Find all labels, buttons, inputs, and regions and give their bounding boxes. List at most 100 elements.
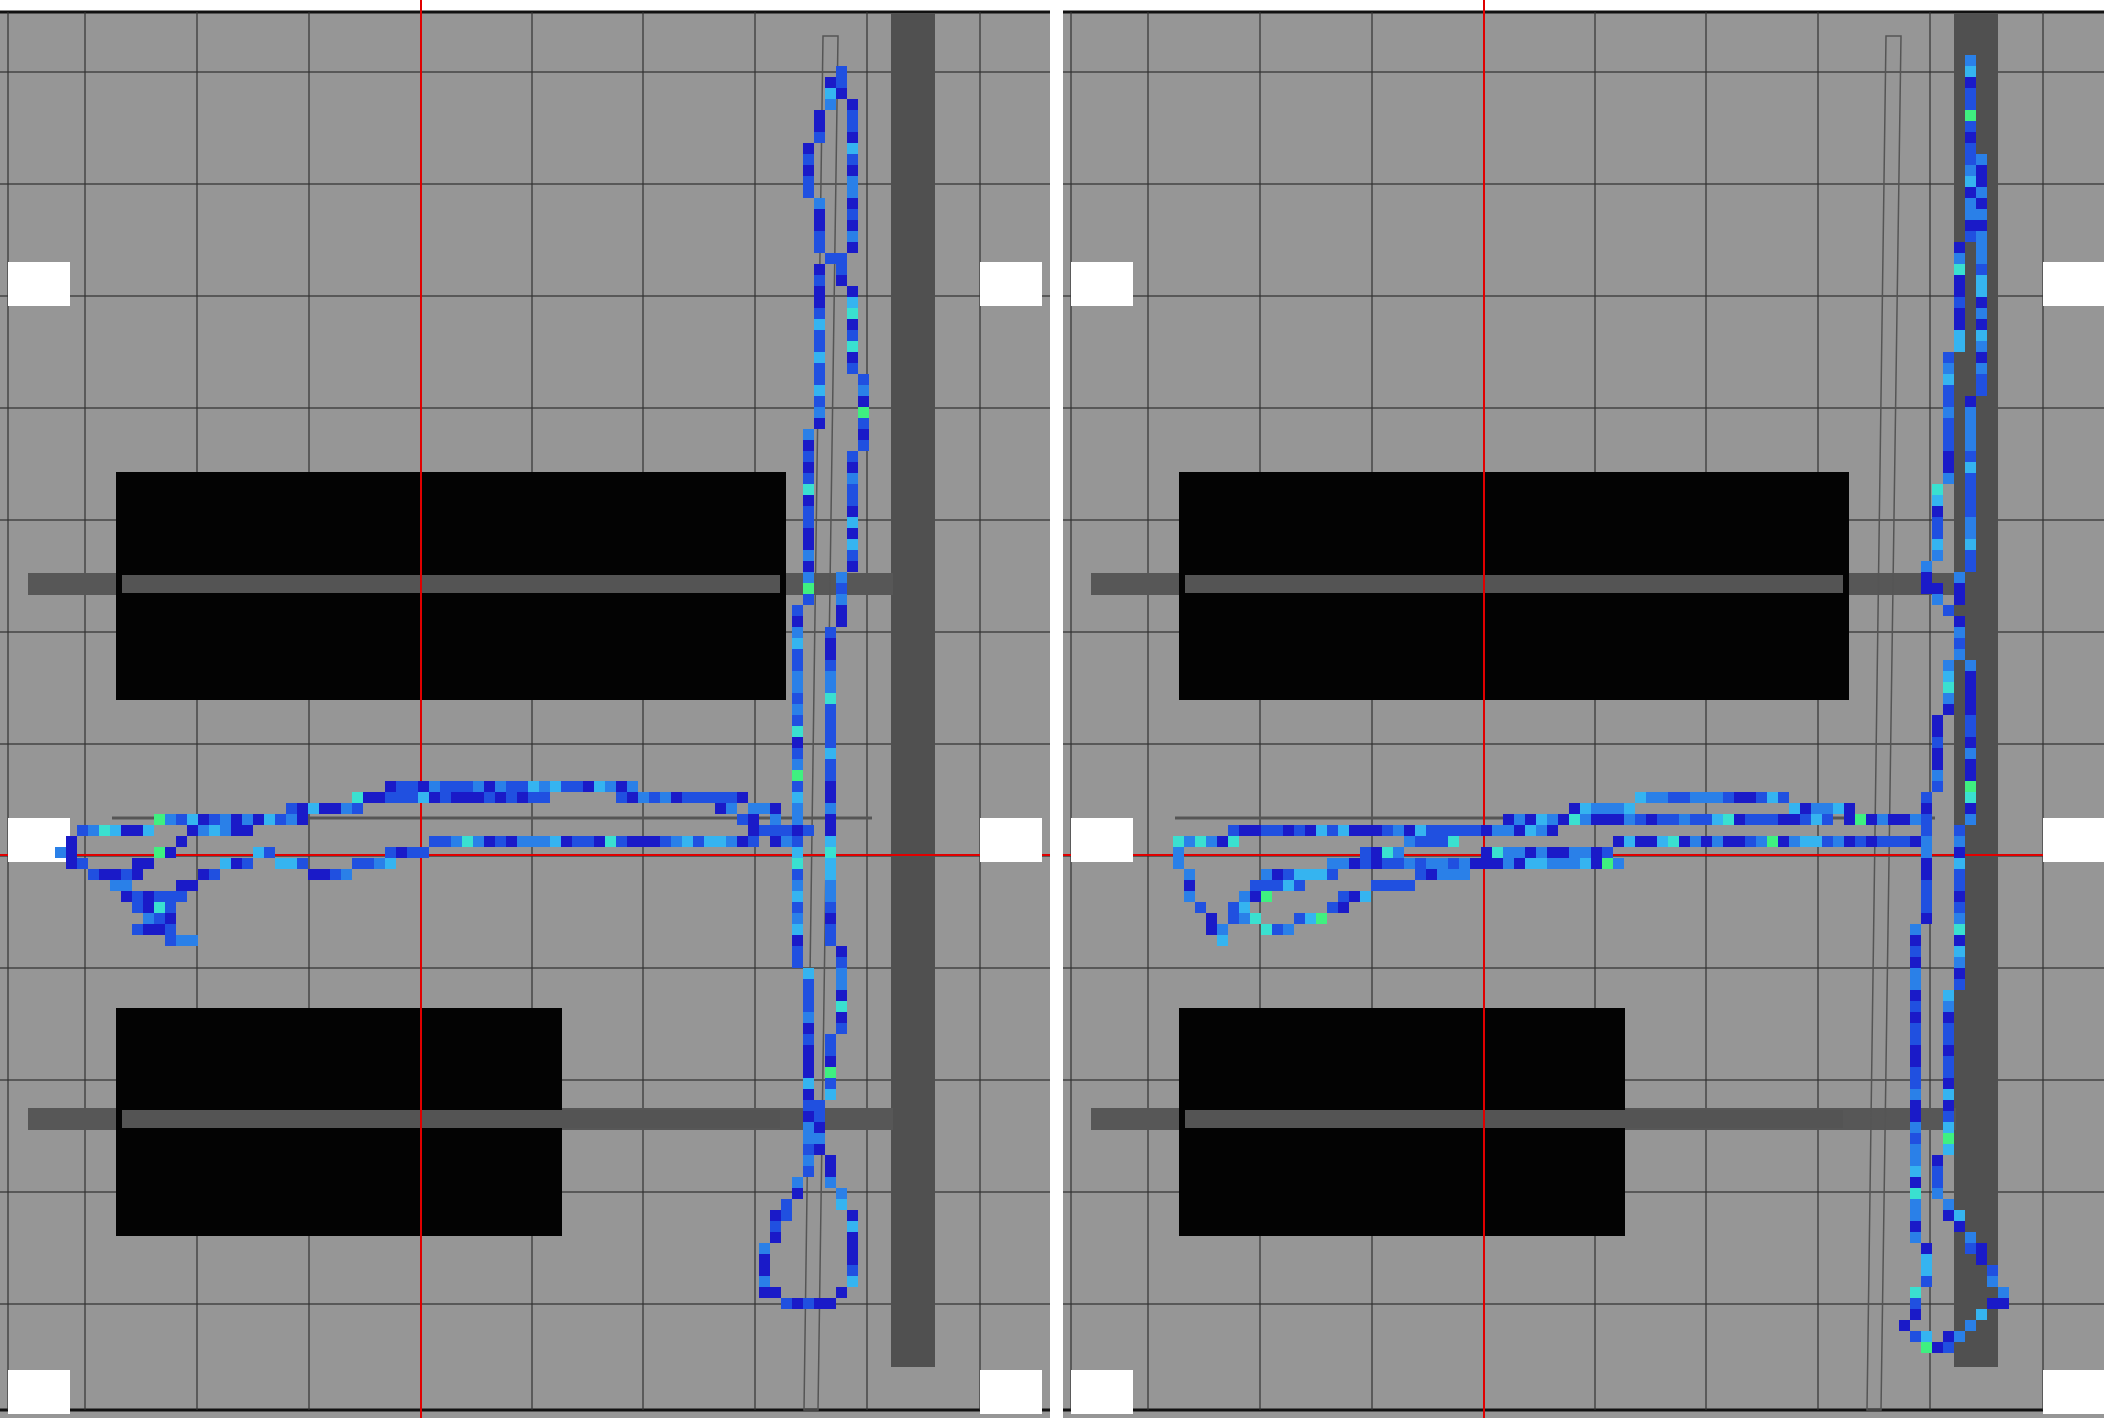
track-cell (847, 561, 858, 572)
track-cell (715, 803, 726, 814)
track-cell (1547, 847, 1558, 858)
track-cell (1734, 792, 1745, 803)
track-cell (1954, 869, 1965, 880)
track-cell (825, 649, 836, 660)
track-cell (825, 1089, 836, 1100)
track-cell (803, 1133, 814, 1144)
track-cell (1371, 825, 1382, 836)
map-panel-left[interactable] (0, 0, 1050, 1418)
map-panel-right[interactable] (1063, 0, 2104, 1418)
track-cell (528, 781, 539, 792)
track-cell (1910, 836, 1921, 847)
track-cell (847, 187, 858, 198)
track-cell (418, 847, 429, 858)
track-cell (1536, 847, 1547, 858)
track-cell (396, 792, 407, 803)
track-cell (1965, 737, 1976, 748)
track-cell (1844, 803, 1855, 814)
track-cell (781, 825, 792, 836)
track-cell (1954, 836, 1965, 847)
track-cell (836, 275, 847, 286)
track-cell (803, 1089, 814, 1100)
track-cell (825, 737, 836, 748)
track-cell (1954, 913, 1965, 924)
track-cell (814, 198, 825, 209)
track-cell (1921, 814, 1932, 825)
track-cell (803, 451, 814, 462)
track-cell (792, 825, 803, 836)
track-cell (154, 913, 165, 924)
track-cell (825, 1056, 836, 1067)
track-cell (1976, 209, 1987, 220)
track-cell (1965, 451, 1976, 462)
track-cell (847, 473, 858, 484)
track-cell (1910, 946, 1921, 957)
track-cell (1965, 539, 1976, 550)
track-cell (803, 506, 814, 517)
track-cell (825, 1067, 836, 1078)
track-cell (792, 649, 803, 660)
track-cell (1404, 836, 1415, 847)
track-cell (1448, 836, 1459, 847)
track-cell (825, 693, 836, 704)
track-cell (1228, 825, 1239, 836)
track-cell (209, 814, 220, 825)
track-cell (627, 792, 638, 803)
track-cell (506, 836, 517, 847)
track-cell (825, 99, 836, 110)
track-cell (1965, 231, 1976, 242)
white-marker-icon (1071, 1370, 1133, 1414)
track-cell (220, 825, 231, 836)
track-cell (1921, 583, 1932, 594)
track-cell (814, 1122, 825, 1133)
track-cell (803, 1034, 814, 1045)
track-cell (1789, 814, 1800, 825)
track-cell (1976, 220, 1987, 231)
track-cell (627, 781, 638, 792)
track-cell (1536, 858, 1547, 869)
track-cell (1184, 836, 1195, 847)
track-cell (759, 1287, 770, 1298)
track-cell (1514, 814, 1525, 825)
track-cell (803, 484, 814, 495)
track-cell (847, 297, 858, 308)
track-cell (825, 682, 836, 693)
track-cell (847, 132, 858, 143)
track-cell (803, 561, 814, 572)
track-cell (792, 616, 803, 627)
track-cell (594, 781, 605, 792)
track-cell (1910, 979, 1921, 990)
track-cell (517, 781, 528, 792)
track-cell (1404, 858, 1415, 869)
track-cell (836, 1199, 847, 1210)
track-cell (1943, 693, 1954, 704)
track-cell (1613, 814, 1624, 825)
track-cell (583, 781, 594, 792)
track-cell (1536, 825, 1547, 836)
track-cell (583, 836, 594, 847)
track-cell (1932, 748, 1943, 759)
white-marker-icon (2043, 818, 2104, 862)
track-cell (1910, 1045, 1921, 1056)
track-cell (1580, 814, 1591, 825)
track-cell (495, 836, 506, 847)
white-marker-icon (8, 1370, 70, 1414)
track-cell (1393, 858, 1404, 869)
track-cell (1965, 1243, 1976, 1254)
track-cell (1943, 1089, 1954, 1100)
track-cell (792, 902, 803, 913)
track-cell (825, 715, 836, 726)
track-cell (187, 880, 198, 891)
track-cell (847, 1265, 858, 1276)
track-cell (1932, 1188, 1943, 1199)
track-cell (1448, 869, 1459, 880)
track-cell (1569, 858, 1580, 869)
track-cell (847, 99, 858, 110)
track-cell (1965, 484, 1976, 495)
track-cell (770, 825, 781, 836)
track-cell (1613, 858, 1624, 869)
track-cell (825, 825, 836, 836)
track-cell (1976, 286, 1987, 297)
track-cell (847, 462, 858, 473)
track-cell (803, 539, 814, 550)
